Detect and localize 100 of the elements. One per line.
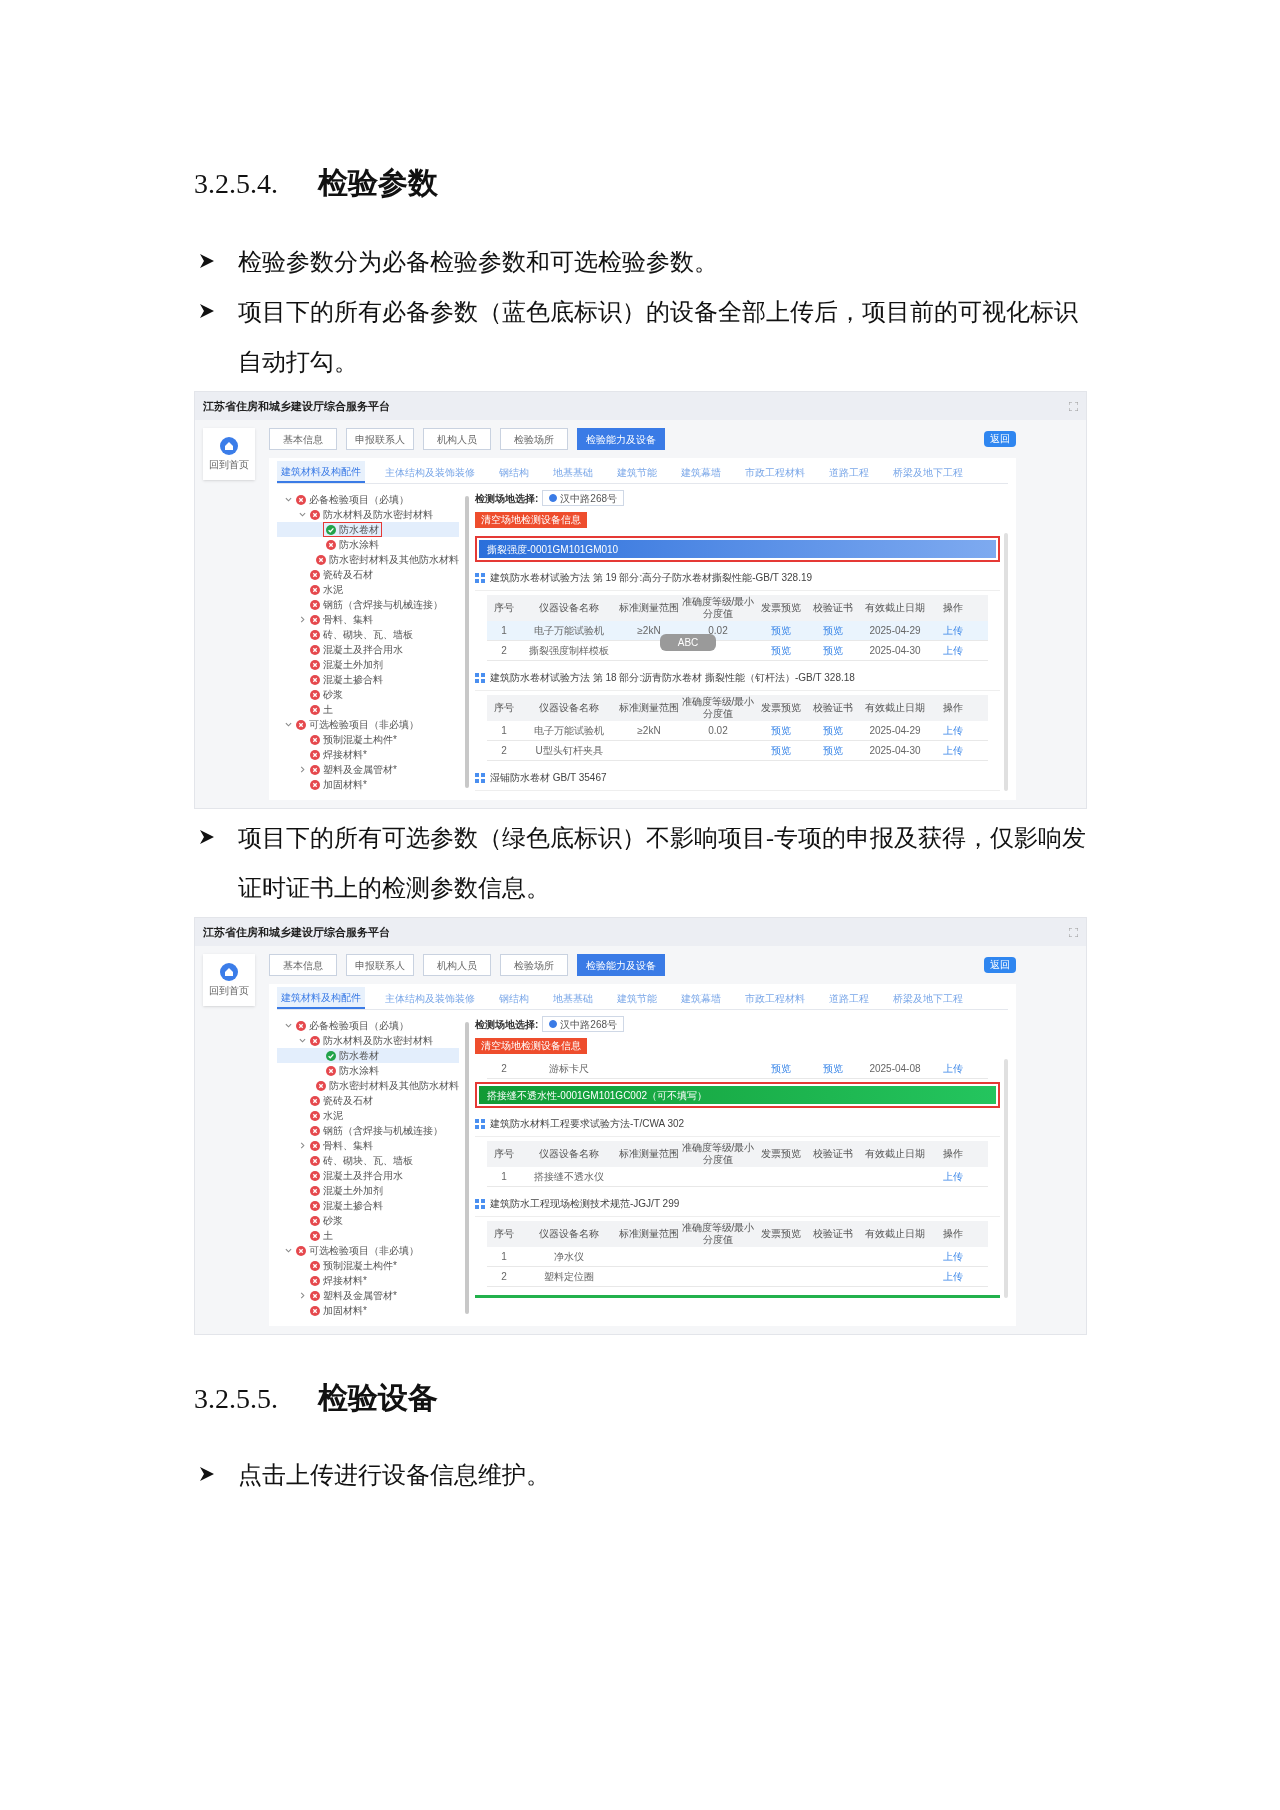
nav-button[interactable]: 基本信息: [269, 428, 337, 450]
chevron-down-icon[interactable]: [284, 1247, 292, 1254]
tree-item[interactable]: 骨料、集料: [307, 1138, 376, 1153]
tree-item[interactable]: 砂浆: [307, 1213, 346, 1228]
table-link[interactable]: 预览: [823, 724, 843, 737]
nav-button[interactable]: 检验能力及设备: [577, 954, 665, 976]
clear-button[interactable]: 清空场地检测设备信息: [475, 512, 587, 528]
tree-item[interactable]: 骨料、集料: [307, 612, 376, 627]
tree-item[interactable]: 加固材料*: [307, 777, 370, 792]
chevron-down-icon[interactable]: [284, 721, 292, 728]
table-link[interactable]: 上传: [943, 744, 963, 757]
table-link[interactable]: 上传: [943, 1250, 963, 1263]
tree-item[interactable]: 防水卷材: [323, 522, 382, 537]
chevron-down-icon[interactable]: [298, 511, 306, 518]
chevron-down-icon[interactable]: [284, 496, 292, 503]
nav-button[interactable]: 申报联系人: [346, 954, 414, 976]
tree-item[interactable]: 防水密封材料及其他防水材料: [313, 552, 462, 567]
table-link[interactable]: 上传: [943, 1062, 963, 1075]
table-link[interactable]: 预览: [771, 624, 791, 637]
home-card[interactable]: 回到首页: [203, 954, 255, 1006]
table-link[interactable]: 预览: [771, 644, 791, 657]
standard-title: 建筑防水卷材试验方法 第 18 部分:沥青防水卷材 撕裂性能（钉杆法）-GB/T 328.18: [490, 671, 855, 685]
table-link[interactable]: 预览: [823, 624, 843, 637]
chevron-down-icon[interactable]: [284, 1022, 292, 1029]
tree-item[interactable]: 混凝土及拌合用水: [307, 1168, 406, 1183]
tree-item[interactable]: 加固材料*: [307, 1303, 370, 1318]
nav-button[interactable]: 检验场所: [500, 428, 568, 450]
column-header: 准确度等级/最小分度值: [681, 696, 755, 720]
table-link[interactable]: 预览: [823, 744, 843, 757]
scrollbar[interactable]: [465, 496, 469, 788]
back-button[interactable]: 返回: [984, 957, 1016, 973]
chevron-right-icon[interactable]: [298, 616, 306, 623]
tree-item[interactable]: 钢筋（含焊接与机械连接）: [307, 597, 446, 612]
tree-item[interactable]: 瓷砖及石材: [307, 1093, 376, 1108]
tree-item[interactable]: 砖、砌块、瓦、墙板: [307, 1153, 416, 1168]
tree-item[interactable]: 钢筋（含焊接与机械连接）: [307, 1123, 446, 1138]
tree-item[interactable]: 混凝土外加剂: [307, 1183, 386, 1198]
tree-item[interactable]: 混凝土外加剂: [307, 657, 386, 672]
tree-item[interactable]: 防水材料及防水密封材料: [307, 507, 436, 522]
tree-item[interactable]: 必备检验项目（必填）: [293, 492, 412, 507]
tree-item[interactable]: 混凝土及拌合用水: [307, 642, 406, 657]
tree-item[interactable]: 防水密封材料及其他防水材料: [313, 1078, 462, 1093]
tree-item[interactable]: 预制混凝土构件*: [307, 732, 400, 747]
tree-item[interactable]: 土: [307, 702, 336, 717]
chevron-right-icon[interactable]: [298, 1142, 306, 1149]
table-link[interactable]: 上传: [943, 624, 963, 637]
tree-item[interactable]: 防水卷材: [323, 1048, 382, 1063]
home-label: 回到首页: [209, 457, 249, 472]
table-link[interactable]: 上传: [943, 724, 963, 737]
tree-item[interactable]: 可选检验项目（非必填）: [293, 717, 422, 732]
tree-item[interactable]: 混凝土掺合料: [307, 672, 386, 687]
clear-button[interactable]: 清空场地检测设备信息: [475, 1038, 587, 1054]
parameter-bar[interactable]: 搭接缝不透水性-0001GM101GC002（可不填写）: [479, 1086, 996, 1104]
tree-item[interactable]: 塑料及金属管材*: [307, 1288, 400, 1303]
tree-item[interactable]: 防水涂料: [323, 537, 382, 552]
nav-button[interactable]: 机构人员: [423, 428, 491, 450]
table-link[interactable]: 预览: [771, 744, 791, 757]
nav-button[interactable]: 申报联系人: [346, 428, 414, 450]
tree-item[interactable]: 混凝土掺合料: [307, 1198, 386, 1213]
fullscreen-icon[interactable]: [1069, 401, 1078, 411]
parameter-bar[interactable]: 撕裂强度-0001GM101GM010: [479, 540, 996, 558]
tree-item[interactable]: 瓷砖及石材: [307, 567, 376, 582]
tree-item[interactable]: 防水材料及防水密封材料: [307, 1033, 436, 1048]
tree-item[interactable]: 砂浆: [307, 687, 346, 702]
chevron-right-icon[interactable]: [298, 766, 306, 773]
nav-button[interactable]: 机构人员: [423, 954, 491, 976]
table-link[interactable]: 上传: [943, 644, 963, 657]
table-cell: 电子万能试验机: [534, 624, 604, 637]
chevron-right-icon[interactable]: [298, 1292, 306, 1299]
tree-item[interactable]: 塑料及金属管材*: [307, 762, 400, 777]
table-link[interactable]: 预览: [823, 644, 843, 657]
table-link[interactable]: 预览: [823, 1062, 843, 1075]
table-link[interactable]: 上传: [943, 1270, 963, 1283]
table-link[interactable]: 预览: [771, 724, 791, 737]
tree-item[interactable]: 防水涂料: [323, 1063, 382, 1078]
category-tab[interactable]: 建筑材料及构配件: [277, 987, 365, 1009]
tree-item[interactable]: 水泥: [307, 1108, 346, 1123]
tree-item[interactable]: 焊接材料*: [307, 1273, 370, 1288]
fullscreen-icon[interactable]: [1069, 927, 1078, 937]
tree-item[interactable]: 焊接材料*: [307, 747, 370, 762]
site-label: 检测场地选择:: [475, 1017, 539, 1032]
site-radio[interactable]: 汉中路268号: [542, 1016, 625, 1032]
nav-button[interactable]: 基本信息: [269, 954, 337, 976]
table-link[interactable]: 预览: [771, 1062, 791, 1075]
back-button[interactable]: 返回: [984, 431, 1016, 447]
table-link[interactable]: 上传: [943, 1170, 963, 1183]
category-tab[interactable]: 建筑材料及构配件: [277, 461, 365, 483]
site-radio[interactable]: 汉中路268号: [542, 490, 625, 506]
scrollbar[interactable]: [465, 1022, 469, 1314]
home-card[interactable]: 回到首页: [203, 428, 255, 480]
nav-button[interactable]: 检验能力及设备: [577, 428, 665, 450]
tree-item[interactable]: 可选检验项目（非必填）: [293, 1243, 422, 1258]
tree-item[interactable]: 水泥: [307, 582, 346, 597]
tree-item[interactable]: 必备检验项目（必填）: [293, 1018, 412, 1033]
chevron-down-icon[interactable]: [298, 1037, 306, 1044]
table-cell: 塑料定位圈: [544, 1270, 594, 1283]
nav-button[interactable]: 检验场所: [500, 954, 568, 976]
tree-item[interactable]: 预制混凝土构件*: [307, 1258, 400, 1273]
tree-item[interactable]: 砖、砌块、瓦、墙板: [307, 627, 416, 642]
tree-item[interactable]: 土: [307, 1228, 336, 1243]
